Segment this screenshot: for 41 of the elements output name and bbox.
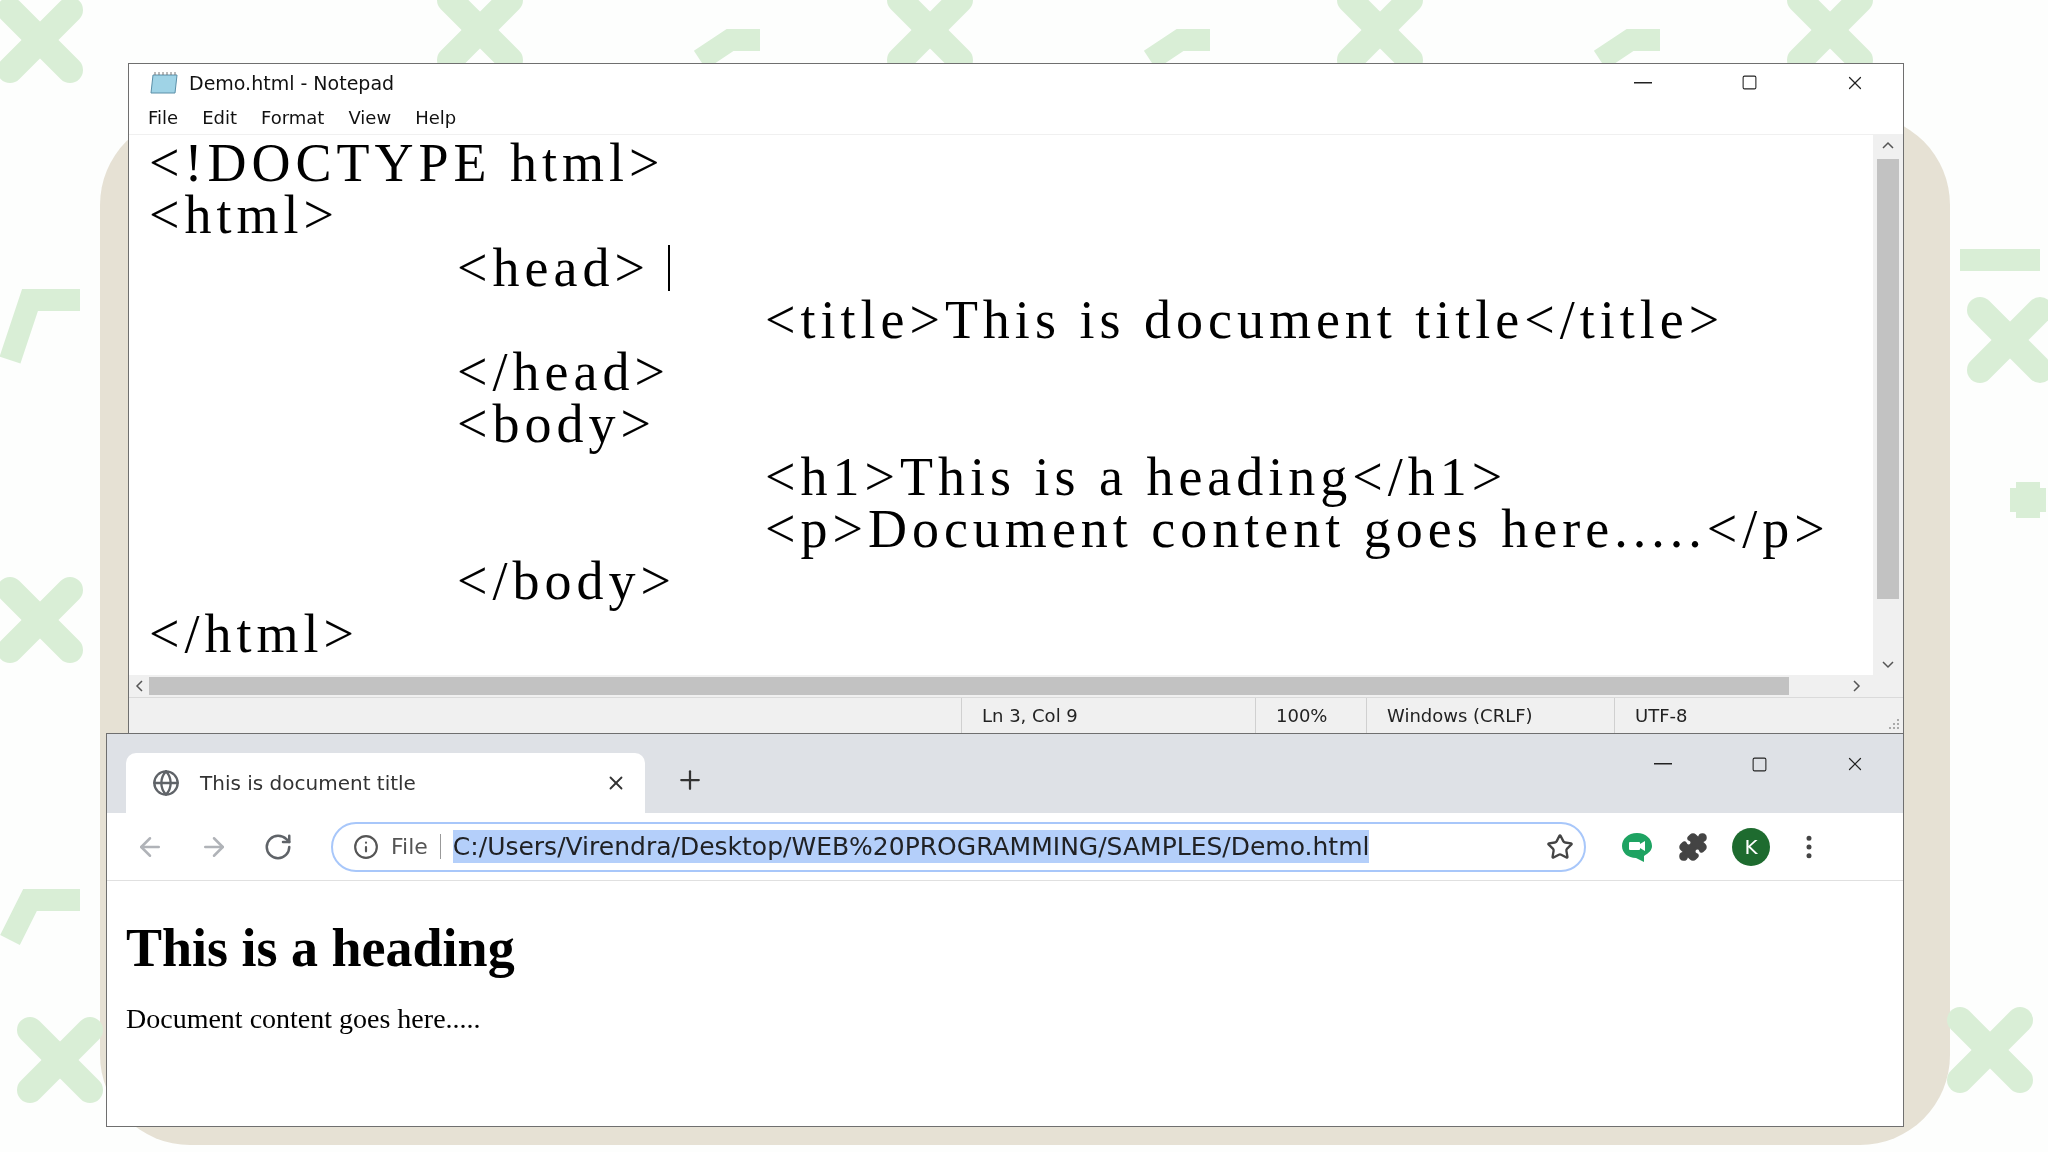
window-title: Demo.html - Notepad xyxy=(189,71,396,94)
scroll-left-icon[interactable] xyxy=(135,680,143,692)
url-text: C:/Users/Virendra/Desktop/WEB%20PROGRAMMING/SAMPLES/Demo.html xyxy=(452,830,1370,863)
scheme-label: File xyxy=(391,834,441,859)
status-text: Ln 3, Col 9 xyxy=(982,705,1078,726)
minimize-icon xyxy=(1654,763,1672,765)
scroll-up-icon[interactable] xyxy=(1882,141,1894,149)
info-icon xyxy=(353,833,379,860)
browser-tab[interactable]: This is document title xyxy=(126,753,645,813)
menu-item[interactable]: File xyxy=(139,105,188,130)
page-paragraph: Document content goes here..... xyxy=(126,1003,482,1035)
maximize-icon xyxy=(1750,755,1768,773)
menu-item[interactable]: Format xyxy=(252,105,334,130)
status-text: Windows (CRLF) xyxy=(1387,705,1533,726)
star-icon[interactable] xyxy=(1546,832,1574,861)
puzzle-icon[interactable] xyxy=(1678,831,1708,862)
resize-grip-icon xyxy=(1889,719,1899,729)
maximize-icon xyxy=(1740,74,1758,91)
vertical-scrollbar[interactable] xyxy=(1873,135,1903,675)
tab-title: This is document title xyxy=(200,771,417,795)
menu-item[interactable]: View xyxy=(339,105,401,130)
menu-item[interactable]: Help xyxy=(406,105,466,130)
address-bar[interactable]: File C:/Users/Virendra/Desktop/WEB%20PROGRAMMING/SAMPLES/Demo.html xyxy=(331,821,1586,872)
code-line: <html> xyxy=(149,189,339,242)
menu-item[interactable]: Edit xyxy=(193,105,246,130)
code-line: <head> xyxy=(456,241,651,294)
notepad-icon xyxy=(149,70,179,95)
scroll-right-icon[interactable] xyxy=(1853,680,1861,692)
code-line: <title>This is document title</title> xyxy=(764,293,1725,347)
chat-bubble-icon[interactable] xyxy=(1620,830,1654,863)
scroll-down-icon[interactable] xyxy=(1882,661,1894,669)
code-line: </html> xyxy=(149,607,359,660)
globe-icon xyxy=(152,769,180,797)
profile-avatar[interactable]: K xyxy=(1732,827,1770,866)
page-heading: This is a heading xyxy=(126,917,516,979)
horizontal-scrollbar[interactable] xyxy=(129,675,1903,697)
status-text: 100% xyxy=(1276,705,1328,726)
code-line: </head> xyxy=(456,346,670,399)
minimize-icon xyxy=(1634,81,1652,84)
status-text: UTF-8 xyxy=(1635,705,1688,726)
code-line: <!DOCTYPE html> xyxy=(149,137,665,190)
